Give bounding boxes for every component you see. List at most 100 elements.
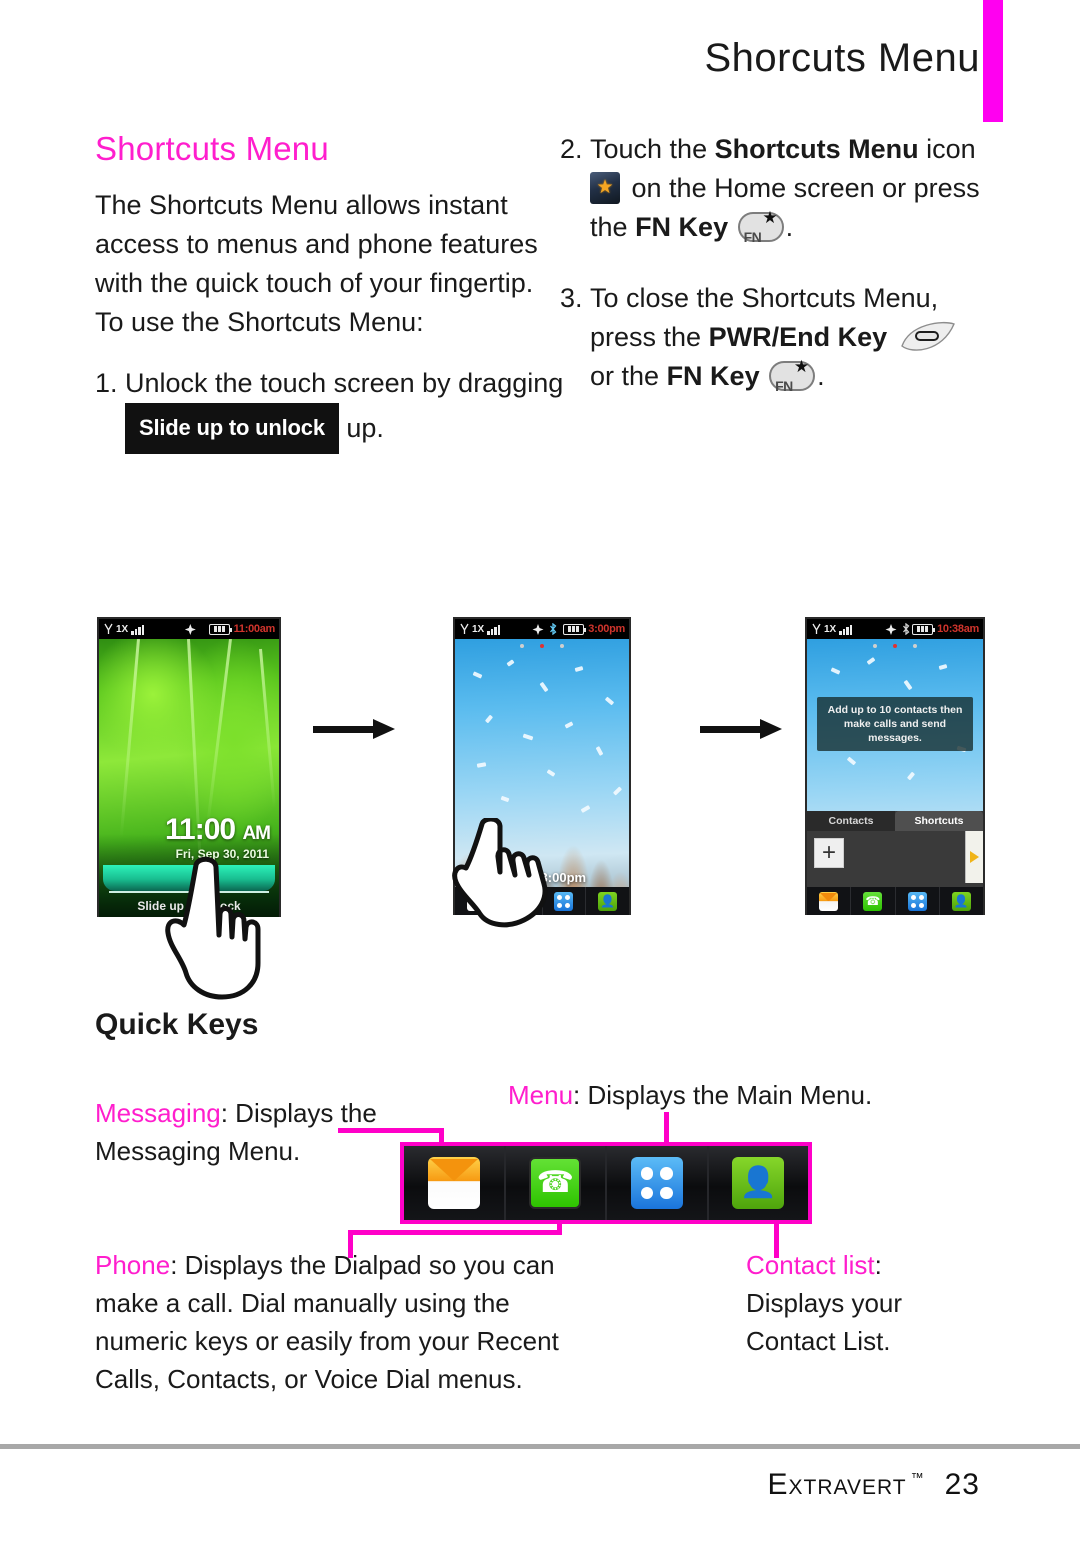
contacts-icon: 👤 <box>598 891 618 911</box>
step-2-number: 2. <box>560 134 583 164</box>
page-number: 23 <box>944 1468 980 1501</box>
phone3-dock: ☎ 👤 <box>807 887 983 915</box>
phone-icon: ☎ <box>863 891 883 911</box>
step-3-bold-a: PWR/End Key <box>708 322 888 352</box>
phone1-clock: 11:00 AM <box>165 813 271 846</box>
quick-key-messaging[interactable] <box>404 1146 506 1220</box>
step-1-text-a: Unlock the touch screen by dragging <box>125 368 564 398</box>
fn-key-icon: FN ★ <box>737 209 784 245</box>
phone3-network-label: 1X <box>824 623 837 635</box>
phone1-status-left: 1X <box>104 623 145 635</box>
battery-icon <box>563 623 587 635</box>
phone-icon: ☎ <box>529 1157 582 1209</box>
bluetooth-icon <box>550 623 557 635</box>
quick-key-phone[interactable]: ☎ <box>505 1146 607 1220</box>
gps-icon <box>885 623 897 635</box>
flow-arrow-1 <box>313 719 395 739</box>
add-contact-button[interactable]: + <box>814 838 844 868</box>
left-column: Shortcuts Menu The Shortcuts Menu allows… <box>95 130 565 454</box>
phone2-network-label: 1X <box>472 623 485 635</box>
phone3-status-clock: 10:38am <box>937 623 979 635</box>
phone1-status-right: 11:00am <box>208 623 276 635</box>
quick-keys-dock-bar: ☎ 👤 <box>400 1142 812 1224</box>
callout-contact-list-desc: Displays your Contact List. <box>746 1288 903 1356</box>
fn-key-icon-2: FN ★ <box>769 358 816 394</box>
phone2-status-mid <box>532 623 558 635</box>
phone1-status-clock: 11:00am <box>233 623 276 635</box>
callout-menu-desc: : Displays the Main Menu. <box>573 1080 873 1110</box>
step-3-text-b: or the <box>590 361 660 391</box>
phone3-status-right: 10:38am <box>912 623 979 635</box>
phone3-status-left: 1X <box>812 623 853 635</box>
running-header-title: Shorcuts Menu <box>704 36 980 80</box>
tab-shortcuts[interactable]: Shortcuts <box>895 811 983 831</box>
phone2-status-right: 3:00pm <box>563 623 625 635</box>
step-2-body: Touch the Shortcuts Menu icon ★ on the H… <box>590 130 1000 247</box>
step-2-text-b: icon <box>926 134 976 164</box>
phone3-dock-messaging[interactable] <box>807 887 852 915</box>
antenna-icon <box>812 623 821 634</box>
step-1-text-b: up. <box>346 413 384 443</box>
trademark-symbol: ™ <box>910 1470 925 1485</box>
slide-up-to-unlock-badge: Slide up to unlock <box>125 403 339 454</box>
step-3-number: 3. <box>560 283 583 313</box>
battery-icon <box>208 623 232 635</box>
header-accent-bar <box>983 0 1003 122</box>
phone2-dock-contacts[interactable]: 👤 <box>586 887 629 915</box>
manual-page: Shorcuts Menu Shortcuts Menu The Shortcu… <box>0 0 1080 1552</box>
antenna-icon <box>104 623 113 634</box>
callout-contact-list-name: Contact list <box>746 1250 875 1280</box>
intro-paragraph: The Shortcuts Menu allows instant access… <box>95 190 538 337</box>
callout-contact-list-colon: : <box>874 1250 882 1280</box>
step-3-bold-b: FN Key <box>666 361 760 391</box>
callout-contact-list: Contact list: Displays your Contact List… <box>746 1246 976 1360</box>
leader-line-phone-h <box>348 1230 562 1235</box>
gps-icon <box>184 623 196 635</box>
tab-contacts[interactable]: Contacts <box>807 811 895 831</box>
messaging-icon <box>427 1157 480 1209</box>
footer-divider <box>0 1444 1080 1449</box>
phone3-dock-menu[interactable] <box>896 887 940 915</box>
phone3-dock-contacts[interactable]: 👤 <box>940 887 983 915</box>
brand-name: Extravert <box>767 1468 907 1501</box>
menu-icon <box>630 1157 683 1209</box>
phone2-status-bar: 1X 3:00pm <box>455 619 629 639</box>
step-2: 2. Touch the Shortcuts Menu icon ★ on th… <box>560 130 1000 247</box>
contacts-icon: 👤 <box>732 1157 785 1209</box>
phone3-tooltip: Add up to 10 contacts then make calls an… <box>817 697 973 751</box>
quick-keys-heading: Quick Keys <box>95 1008 259 1041</box>
phone1-status-bar: 1X 11:00am <box>99 619 279 639</box>
pwr-end-key-icon <box>898 320 956 354</box>
callout-menu-name: Menu <box>508 1080 574 1110</box>
phone2-status-clock: 3:00pm <box>588 623 625 635</box>
quick-key-menu[interactable] <box>607 1146 709 1220</box>
step-3-body: To close the Shortcuts Menu, press the P… <box>590 279 1000 396</box>
phone3-dock-phone[interactable]: ☎ <box>851 887 896 915</box>
phone3-status-mid <box>885 623 911 635</box>
gps-icon <box>532 623 544 635</box>
phone3-tabs: Contacts Shortcuts <box>807 811 983 831</box>
menu-icon <box>907 891 927 911</box>
hand-pointer-illustration-1 <box>160 855 270 1010</box>
quick-key-contacts[interactable]: 👤 <box>708 1146 808 1220</box>
panel-expand-arrow-icon[interactable] <box>965 831 983 883</box>
flow-arrow-2 <box>700 719 782 739</box>
phone3-page-dots <box>807 644 983 648</box>
phone3-status-bar: 1X 10:38am <box>807 619 983 639</box>
right-column: 2. Touch the Shortcuts Menu icon ★ on th… <box>560 130 1000 396</box>
callout-phone: Phone: Displays the Dialpad so you can m… <box>95 1246 585 1398</box>
phone3-shortcuts-panel: Contacts Shortcuts + <box>807 811 983 887</box>
messaging-icon <box>819 891 839 911</box>
phone1-network-label: 1X <box>116 623 129 635</box>
shortcuts-menu-star-icon: ★ <box>590 172 620 204</box>
step-3-text-c: . <box>817 361 825 391</box>
phone1-status-mid <box>184 623 196 635</box>
step-3: 3. To close the Shortcuts Menu, press th… <box>560 279 1000 396</box>
phone2-status-left: 1X <box>460 623 501 635</box>
phone-figure-shortcuts-menu: 1X 10:38am Add up to 10 contacts then ma… <box>805 617 985 915</box>
step-1-body: Unlock the touch screen by dragging Slid… <box>125 364 565 454</box>
page-title: Shortcuts Menu <box>95 130 329 167</box>
step-2-bold-a: Shortcuts Menu <box>714 134 919 164</box>
phone2-page-dots <box>455 644 629 648</box>
signal-bars-icon <box>487 624 501 635</box>
